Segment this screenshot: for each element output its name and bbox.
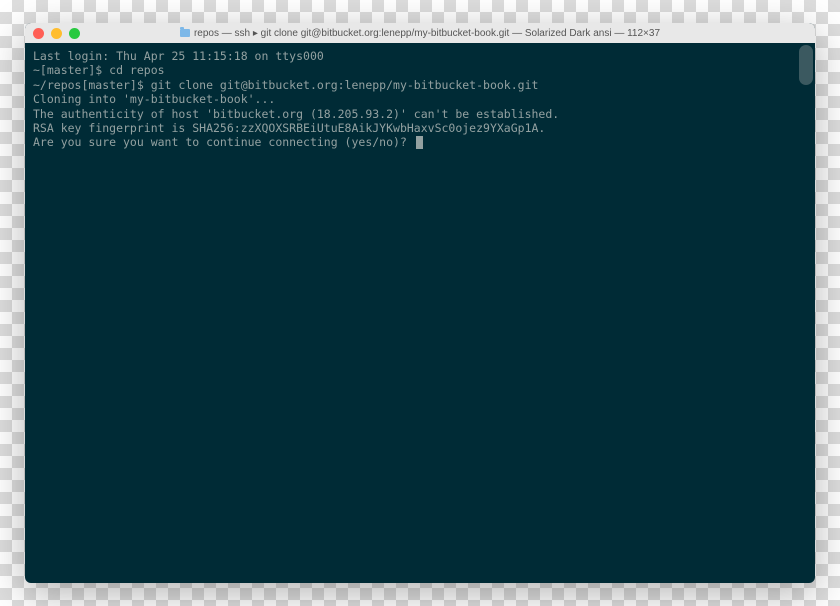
window-title-text: repos — ssh ▸ git clone git@bitbucket.or… <box>194 28 660 39</box>
folder-icon <box>180 29 190 37</box>
terminal-prompt-text: Are you sure you want to continue connec… <box>33 135 414 149</box>
terminal-line: ~/repos[master]$ git clone git@bitbucket… <box>33 78 807 92</box>
terminal-line: RSA key fingerprint is SHA256:zzXQOXSRBE… <box>33 121 807 135</box>
close-icon[interactable] <box>33 28 44 39</box>
titlebar: repos — ssh ▸ git clone git@bitbucket.or… <box>25 23 815 43</box>
terminal-line: Cloning into 'my-bitbucket-book'... <box>33 92 807 106</box>
maximize-icon[interactable] <box>69 28 80 39</box>
window-title: repos — ssh ▸ git clone git@bitbucket.or… <box>25 28 815 39</box>
terminal-line: The authenticity of host 'bitbucket.org … <box>33 107 807 121</box>
scrollbar[interactable] <box>799 45 813 85</box>
cursor <box>416 136 423 149</box>
terminal-line: ~[master]$ cd repos <box>33 63 807 77</box>
terminal-prompt-line: Are you sure you want to continue connec… <box>33 135 807 149</box>
terminal-body[interactable]: Last login: Thu Apr 25 11:15:18 on ttys0… <box>25 43 815 583</box>
traffic-lights <box>33 28 80 39</box>
terminal-window: repos — ssh ▸ git clone git@bitbucket.or… <box>25 23 815 583</box>
terminal-line: Last login: Thu Apr 25 11:15:18 on ttys0… <box>33 49 807 63</box>
minimize-icon[interactable] <box>51 28 62 39</box>
